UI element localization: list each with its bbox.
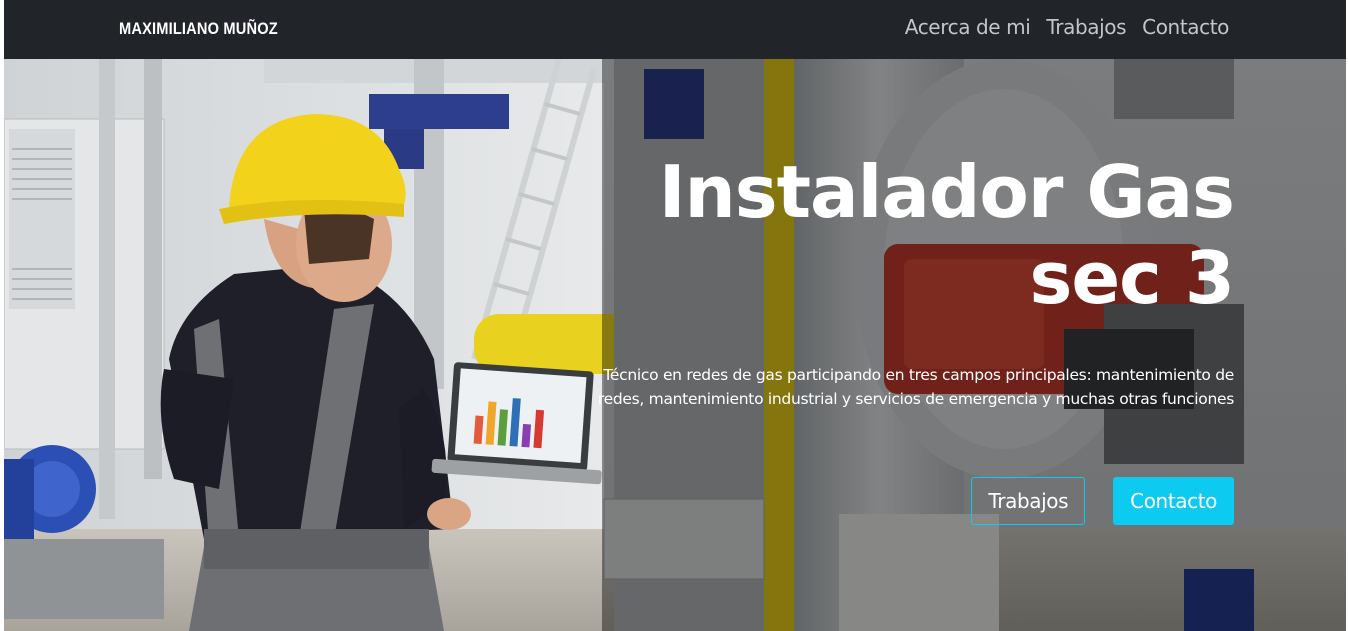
hero-title-line-2: sec 3 [1029, 236, 1235, 320]
trabajos-button[interactable]: Trabajos [971, 477, 1086, 525]
hero-section: Instalador Gas sec 3 Técnico en redes de… [4, 59, 1346, 631]
nav-link-contacto[interactable]: Contacto [1142, 15, 1229, 39]
nav-link-trabajos[interactable]: Trabajos [1046, 15, 1126, 39]
hero-description: Técnico en redes de gas participando en … [597, 366, 1234, 408]
hero-title-line-1: Instalador Gas [658, 150, 1235, 234]
contacto-button[interactable]: Contacto [1113, 477, 1234, 525]
hero-buttons: Trabajos Contacto [971, 477, 1234, 525]
nav-links: Acerca de mi Trabajos Contacto [905, 15, 1230, 39]
brand-logo[interactable]: MAXIMILIANO MUÑOZ [119, 19, 278, 39]
hero-title: Instalador Gas sec 3 [594, 149, 1235, 321]
nav-link-acerca[interactable]: Acerca de mi [905, 15, 1031, 39]
hero-content: Instalador Gas sec 3 Técnico en redes de… [594, 149, 1235, 411]
navbar: MAXIMILIANO MUÑOZ Acerca de mi Trabajos … [4, 0, 1346, 59]
page-frame: MAXIMILIANO MUÑOZ Acerca de mi Trabajos … [4, 0, 1346, 631]
